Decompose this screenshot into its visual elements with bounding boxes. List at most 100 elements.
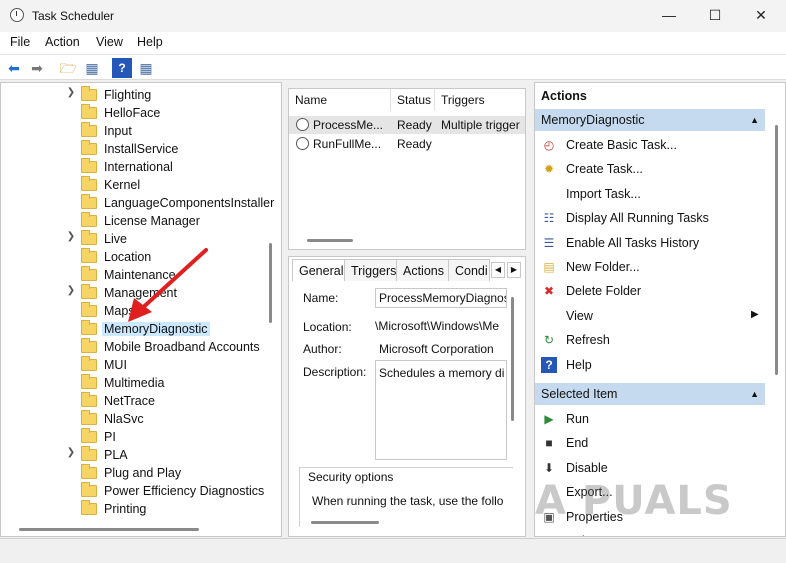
tab-general[interactable]: General	[292, 259, 351, 281]
folder-icon	[81, 392, 97, 407]
action-run[interactable]: ▶ Run	[535, 407, 765, 431]
tree-item[interactable]: Mobile Broadband Accounts	[1, 338, 271, 356]
tree-item[interactable]: PI	[1, 428, 271, 446]
tree-item[interactable]: HelloFace	[1, 104, 271, 122]
tree-item[interactable]: NetTrace	[1, 392, 271, 410]
security-options-title: Security options	[308, 470, 394, 484]
folder-icon	[81, 482, 97, 497]
tab-scroll-left-icon[interactable]: ◀	[491, 262, 505, 278]
tree-vertical-scrollbar[interactable]	[269, 243, 272, 323]
tree-item-label: International	[104, 160, 173, 174]
column-name[interactable]: Name	[289, 89, 391, 111]
title-bar: Task Scheduler — ☐ ✕	[0, 0, 786, 32]
tree-item-label: Live	[104, 232, 127, 246]
menu-help[interactable]: Help	[137, 35, 163, 49]
tree-item[interactable]: Input	[1, 122, 271, 140]
tab-scroll-right-icon[interactable]: ▶	[507, 262, 521, 278]
folder-icon	[81, 158, 97, 173]
maximize-button[interactable]: ☐	[692, 0, 738, 32]
column-status[interactable]: Status	[391, 89, 435, 111]
action-delete-folder[interactable]: ✖ Delete Folder	[535, 279, 765, 303]
chevron-right-icon[interactable]: ❯	[65, 285, 77, 296]
action-end[interactable]: ■ End	[535, 431, 765, 455]
chevron-right-icon[interactable]: ❯	[65, 231, 77, 242]
history-icon: ☰	[543, 235, 555, 250]
task-name-cell: ProcessMe...	[313, 118, 384, 132]
collapse-triangle-icon[interactable]: ▲	[750, 383, 759, 405]
details-vertical-scrollbar[interactable]	[511, 297, 514, 421]
action-disable[interactable]: ⬇ Disable	[535, 456, 765, 480]
action-view[interactable]: View ▶	[535, 304, 765, 328]
tree-item[interactable]: MemoryDiagnostic	[1, 320, 271, 338]
menu-view[interactable]: View	[96, 35, 123, 49]
folder-icon	[81, 248, 97, 263]
details-horizontal-scrollbar[interactable]	[311, 521, 379, 524]
tree-item[interactable]: LanguageComponentsInstaller	[1, 194, 274, 212]
tree-item[interactable]: InstallService	[1, 140, 271, 158]
tree-item[interactable]: Multimedia	[1, 374, 271, 392]
minimize-button[interactable]: —	[646, 0, 692, 32]
tree-item[interactable]: ❯ Flighting	[1, 86, 271, 104]
action-create-basic-task[interactable]: ◴ Create Basic Task...	[535, 133, 765, 157]
tree-item[interactable]: Plug and Play	[1, 464, 271, 482]
tab-triggers[interactable]: Triggers	[344, 259, 404, 281]
tree-item[interactable]: Location	[1, 248, 271, 266]
tree-item[interactable]: Maintenance	[1, 266, 271, 284]
tab-actions[interactable]: Actions	[396, 259, 451, 281]
tree-item-label: Location	[104, 250, 152, 264]
tree-item[interactable]: Power Efficiency Diagnostics	[1, 482, 271, 500]
tree-item-label: Flighting	[104, 88, 152, 102]
action-enable-all-tasks-history[interactable]: ☰ Enable All Tasks History	[535, 231, 765, 255]
actions-header: Actions	[541, 89, 587, 103]
tree-horizontal-scrollbar[interactable]	[19, 528, 199, 531]
action-help[interactable]: ? Help	[535, 353, 765, 377]
tree-item[interactable]: Maps	[1, 302, 271, 320]
name-field[interactable]: ProcessMemoryDiagnos	[375, 288, 507, 308]
task-row[interactable]: RunFullMe... Ready	[289, 135, 525, 153]
description-field[interactable]: Schedules a memory di	[375, 360, 507, 460]
column-triggers[interactable]: Triggers	[435, 89, 525, 111]
action-new-folder[interactable]: ▤ New Folder...	[535, 255, 765, 279]
tree-item[interactable]: NlaSvc	[1, 410, 271, 428]
description-label: Description:	[303, 365, 367, 379]
tree-item[interactable]: ❯ Management	[1, 284, 271, 302]
tree-item[interactable]: ❯ PLA	[1, 446, 271, 464]
task-list-pane: Name Status Triggers ProcessMe... Ready Mu…	[288, 88, 526, 250]
folder-icon	[81, 284, 97, 299]
menu-file[interactable]: File	[10, 35, 30, 49]
help-icon[interactable]: ?	[112, 58, 132, 78]
show-hide-action-pane-icon[interactable]: ▦	[136, 58, 156, 78]
action-label: Enable All Tasks History	[566, 235, 700, 250]
actions-vertical-scrollbar[interactable]	[775, 125, 778, 375]
tree-item[interactable]: MUI	[1, 356, 271, 374]
show-hide-tree-icon[interactable]: ▦	[82, 58, 102, 78]
tree-item-label: HelloFace	[104, 106, 161, 120]
action-refresh[interactable]: ↻ Refresh	[535, 328, 765, 352]
tree-item-label: Mobile Broadband Accounts	[104, 340, 260, 354]
tab-conditions[interactable]: Condi	[448, 259, 490, 281]
folder-icon	[81, 140, 97, 155]
tree-item[interactable]: International	[1, 158, 271, 176]
menu-action[interactable]: Action	[45, 35, 80, 49]
tree-item[interactable]: Kernel	[1, 176, 271, 194]
tree-item[interactable]: ❯ Live	[1, 230, 271, 248]
tree-item[interactable]: Printing	[1, 500, 271, 518]
task-list-horizontal-scrollbar[interactable]	[307, 239, 353, 242]
chevron-right-icon[interactable]: ❯	[65, 447, 77, 458]
section-selected-item[interactable]: Selected Item ▲	[535, 383, 765, 405]
forward-arrow-icon[interactable]: ➡	[27, 58, 47, 78]
up-folder-icon[interactable]: 🗁	[58, 58, 78, 78]
action-display-all-running-tasks[interactable]: ☷ Display All Running Tasks	[535, 206, 765, 230]
tree-item-label: Kernel	[104, 178, 141, 192]
action-create-task[interactable]: ✹ Create Task...	[535, 157, 765, 181]
task-row[interactable]: ProcessMe... Ready Multiple trigger	[289, 116, 525, 134]
back-arrow-icon[interactable]: ⬅	[4, 58, 24, 78]
action-delete[interactable]: ✖ Delete	[535, 529, 765, 536]
tree-item[interactable]: License Manager	[1, 212, 271, 230]
collapse-triangle-icon[interactable]: ▲	[750, 109, 759, 131]
close-button[interactable]: ✕	[738, 0, 784, 32]
chevron-right-icon[interactable]: ❯	[65, 87, 77, 98]
action-import-task[interactable]: Import Task...	[535, 182, 765, 206]
section-memorydiagnostic[interactable]: MemoryDiagnostic ▲	[535, 109, 765, 131]
action-label: Create Basic Task...	[566, 138, 677, 152]
